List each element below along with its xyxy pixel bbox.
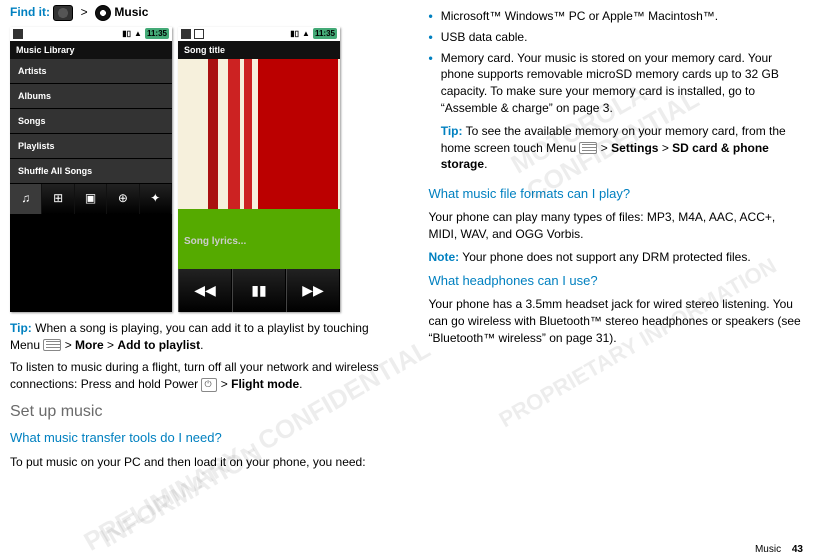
library-item-artists[interactable]: Artists <box>10 59 172 84</box>
play-indicator-icon <box>194 29 204 39</box>
status-icon <box>181 29 191 39</box>
next-button[interactable]: ▶▶ <box>286 269 340 312</box>
page-footer: Music 43 <box>755 544 803 555</box>
find-it-line: Find it: > Music <box>10 4 389 21</box>
subsection-headphones: What headphones can I use? <box>429 272 808 290</box>
footer-page-number: 43 <box>792 544 803 555</box>
pause-button[interactable]: ▮▮ <box>232 269 286 312</box>
subsection-transfer-tools: What music transfer tools do I need? <box>10 429 389 447</box>
nav-music-icon[interactable]: ♫ <box>10 184 42 214</box>
bullet-dot: • <box>429 29 433 46</box>
song-lyrics-label: Song lyrics... <box>184 235 246 249</box>
wifi-icon: ▲ <box>134 28 142 39</box>
status-clock: 11:35 <box>313 28 337 39</box>
flight-mode-text: To listen to music during a flight, turn… <box>10 359 389 393</box>
tip-label: Tip: <box>10 321 32 335</box>
menu-key-icon <box>43 339 61 351</box>
signal-icon: ▮▯ <box>122 28 131 39</box>
screen-header: Music Library <box>10 41 172 59</box>
album-art: Song lyrics... <box>178 59 340 269</box>
music-label: Music <box>114 5 148 19</box>
status-icon <box>13 29 23 39</box>
screenshot-now-playing: ▮▯ ▲ 11:35 Song title Song lyrics... ◀◀ … <box>178 27 340 312</box>
menu-key-icon <box>579 142 597 154</box>
screen-header: Song title <box>178 41 340 59</box>
nav-item[interactable]: ⊕ <box>107 184 139 214</box>
launcher-icon <box>53 5 73 21</box>
power-key-icon <box>201 378 217 392</box>
drm-note: Note: Your phone does not support any DR… <box>429 249 808 266</box>
note-label: Note: <box>429 250 460 264</box>
formats-text: Your phone can play many types of files:… <box>429 209 808 243</box>
bullet-memory: Memory card. Your music is stored on you… <box>441 50 807 180</box>
library-item-shuffle[interactable]: Shuffle All Songs <box>10 159 172 184</box>
signal-icon: ▮▯ <box>290 28 299 39</box>
bullet-usb: USB data cable. <box>441 29 807 46</box>
previous-button[interactable]: ◀◀ <box>178 269 232 312</box>
nav-item[interactable]: ✦ <box>140 184 172 214</box>
bullet-pc: Microsoft™ Windows™ PC or Apple™ Macinto… <box>441 8 807 25</box>
section-setup-music: Set up music <box>10 401 389 423</box>
wifi-icon: ▲ <box>302 28 310 39</box>
music-app-icon <box>95 5 111 21</box>
library-item-playlists[interactable]: Playlists <box>10 134 172 159</box>
footer-section: Music <box>755 544 781 555</box>
findit-label: Find it: <box>10 5 50 19</box>
status-clock: 11:35 <box>145 28 169 39</box>
subsection-formats: What music file formats can I play? <box>429 185 808 203</box>
gt: > <box>77 5 92 19</box>
bullet-dot: • <box>429 8 433 25</box>
nav-item[interactable]: ⊞ <box>42 184 74 214</box>
library-item-albums[interactable]: Albums <box>10 84 172 109</box>
tip-label: Tip: <box>441 124 463 138</box>
headphones-text: Your phone has a 3.5mm headset jack for … <box>429 296 808 346</box>
bullet-dot: • <box>429 50 433 180</box>
tip-playlist: Tip: When a song is playing, you can add… <box>10 320 389 354</box>
screenshot-music-library: ▮▯ ▲ 11:35 Music Library Artists Albums … <box>10 27 172 312</box>
setup-intro: To put music on your PC and then load it… <box>10 454 389 471</box>
nav-item[interactable]: ▣ <box>75 184 107 214</box>
library-item-songs[interactable]: Songs <box>10 109 172 134</box>
